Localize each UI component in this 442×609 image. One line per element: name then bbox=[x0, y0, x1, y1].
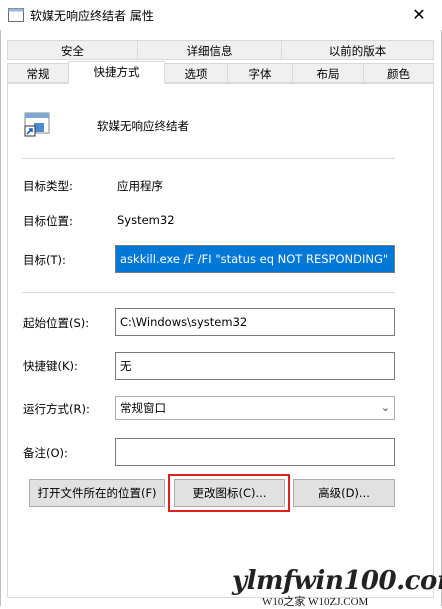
shortcut-name: 软媒无响应终结者 bbox=[97, 119, 189, 133]
title-bar: 软媒无响应终结者 属性 ✕ bbox=[0, 0, 442, 30]
close-button[interactable]: ✕ bbox=[396, 0, 442, 30]
tab-options[interactable]: 选项 bbox=[164, 63, 228, 83]
comment-label: 备注(O): bbox=[23, 446, 68, 460]
target-type-label: 目标类型: bbox=[23, 179, 73, 193]
target-input-text: askkill.exe /F /FI "status eq NOT RESPON… bbox=[120, 252, 389, 266]
tab-colors[interactable]: 颜色 bbox=[363, 63, 434, 83]
app-icon bbox=[8, 8, 24, 22]
tab-details[interactable]: 详细信息 bbox=[137, 40, 282, 60]
highlight-box bbox=[168, 474, 290, 512]
tab-label: 布局 bbox=[316, 67, 340, 81]
run-label: 运行方式(R): bbox=[23, 402, 90, 416]
window-border-left bbox=[0, 30, 1, 606]
watermark-subtext: W10之家 W10ZJ.COM bbox=[262, 596, 369, 608]
hotkey-input-text: 无 bbox=[120, 359, 132, 373]
chevron-down-icon: ⌄ bbox=[380, 401, 390, 414]
start-in-input-text: C:\Windows\system32 bbox=[120, 315, 248, 329]
hotkey-input[interactable]: 无 bbox=[115, 352, 395, 380]
hotkey-label: 快捷键(K): bbox=[23, 359, 78, 373]
tab-label: 选项 bbox=[184, 67, 208, 81]
tab-security[interactable]: 安全 bbox=[7, 40, 138, 60]
tab-label: 以前的版本 bbox=[328, 44, 387, 58]
tab-label: 安全 bbox=[61, 44, 84, 58]
target-label: 目标(T): bbox=[23, 253, 66, 267]
comment-input[interactable] bbox=[115, 438, 395, 466]
tab-shortcut[interactable]: 快捷方式 bbox=[68, 61, 165, 84]
tab-general[interactable]: 常规 bbox=[7, 63, 69, 83]
watermark-logo: ylmfwin100.com bbox=[232, 566, 442, 596]
target-input[interactable]: askkill.exe /F /FI "status eq NOT RESPON… bbox=[115, 245, 395, 273]
tab-label: 详细信息 bbox=[186, 44, 233, 58]
start-in-label: 起始位置(S): bbox=[23, 316, 90, 330]
tab-label: 常规 bbox=[26, 67, 50, 81]
shortcut-panel bbox=[7, 83, 434, 598]
start-in-input[interactable]: C:\Windows\system32 bbox=[115, 308, 395, 336]
separator bbox=[22, 158, 395, 159]
tab-font[interactable]: 字体 bbox=[227, 63, 293, 83]
tab-layout[interactable]: 布局 bbox=[292, 63, 364, 83]
advanced-button[interactable]: 高级(D)... bbox=[293, 479, 395, 507]
tab-label: 快捷方式 bbox=[93, 65, 140, 79]
run-select-value: 常规窗口 bbox=[120, 401, 166, 415]
button-label: 高级(D)... bbox=[318, 486, 370, 500]
tab-label: 颜色 bbox=[387, 67, 410, 81]
target-type-value: 应用程序 bbox=[117, 179, 163, 193]
target-location-label: 目标位置: bbox=[23, 214, 73, 228]
window-title: 软媒无响应终结者 属性 bbox=[30, 9, 154, 23]
target-location-value: System32 bbox=[117, 213, 175, 227]
run-select[interactable]: 常规窗口 ⌄ bbox=[115, 396, 395, 420]
tab-label: 字体 bbox=[248, 67, 272, 81]
button-label: 打开文件所在的位置(F) bbox=[37, 486, 157, 500]
separator bbox=[22, 292, 395, 293]
open-file-location-button[interactable]: 打开文件所在的位置(F) bbox=[29, 479, 165, 507]
tab-previous-versions[interactable]: 以前的版本 bbox=[281, 40, 434, 60]
shortcut-app-icon bbox=[24, 112, 50, 137]
